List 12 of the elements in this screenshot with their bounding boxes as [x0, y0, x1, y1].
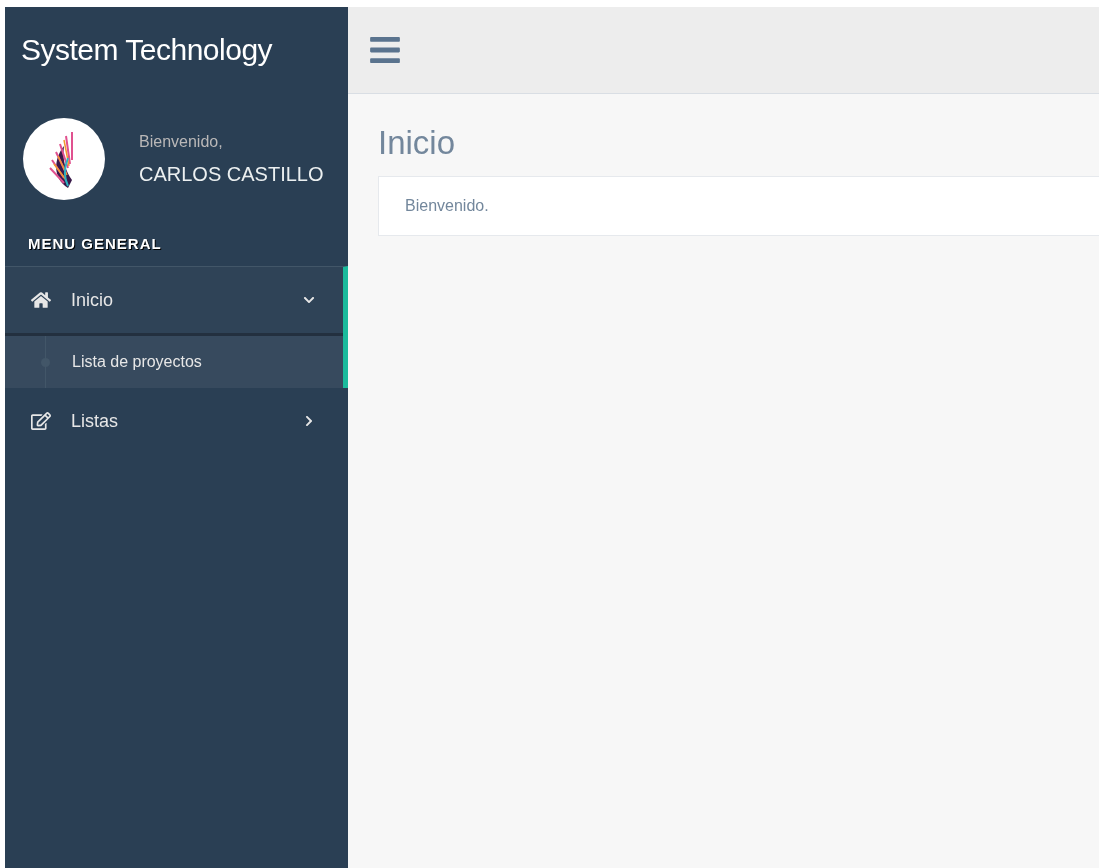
edit-icon [31, 411, 51, 431]
menu-item[interactable]: Listas [5, 388, 343, 454]
brand-title[interactable]: System Technology [5, 7, 348, 90]
submenu-item[interactable]: Lista de proyectos [5, 336, 343, 388]
chevron-icon [303, 415, 315, 427]
chevron-icon [303, 294, 315, 306]
welcome-message: Bienvenido. [378, 176, 1099, 236]
greeting-text: Bienvenido, [139, 132, 224, 151]
section-title: MENU GENERAL [27, 234, 163, 254]
user-name: CARLOS CASTILLO [139, 162, 324, 186]
home-icon [31, 290, 51, 310]
page-title: Inicio [378, 124, 457, 162]
